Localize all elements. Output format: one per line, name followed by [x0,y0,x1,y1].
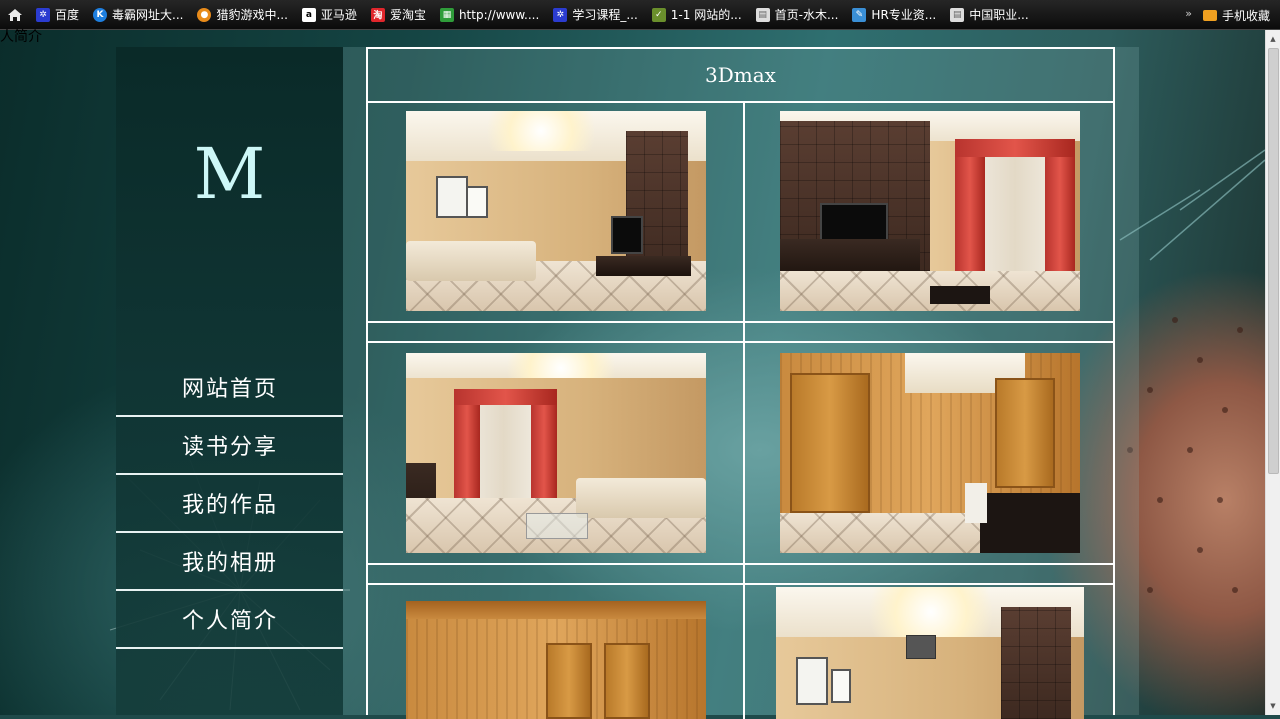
hr-icon: ✎ [852,7,867,22]
bookmarks-bar: ✲ 百度 K 毒霸网址大... ● 猎豹游戏中... a 亚马逊 淘 爱淘宝 ▦… [0,0,1280,30]
bookmark-shuimu[interactable]: ▤ 首页-水木... [750,0,847,30]
work-image-living-room-2[interactable] [780,111,1080,311]
work-image-dining-room[interactable] [780,353,1080,553]
nav-item-reading[interactable]: 读书分享 [116,417,343,475]
bookmark-career[interactable]: ▤ 中国职业... [944,0,1036,30]
work-image-living-room-1[interactable] [406,111,706,311]
bookmark-baidu[interactable]: ✲ 百度 [30,0,87,30]
work-image-hallway[interactable] [406,601,706,719]
table-divider [368,563,1113,565]
bookmark-liebao[interactable]: ● 猎豹游戏中... [191,0,295,30]
overflow-text: 人简介 [0,29,42,45]
baidu-icon: ✲ [553,7,568,22]
amazon-icon: a [301,7,316,22]
nav-item-profile[interactable]: 个人简介 [116,591,343,649]
mobile-bookmarks[interactable]: 手机收藏 [1202,0,1270,30]
work-image-living-room-3[interactable] [406,353,706,553]
table-divider [368,341,1113,343]
bookmark-course[interactable]: ✲ 学习课程_... [547,0,645,30]
folder-icon [1202,9,1217,21]
bookmark-label: 爱淘宝 [389,8,426,22]
vertical-scrollbar[interactable]: ▲ ▼ [1265,30,1280,715]
bookmark-label: 学习课程_... [572,8,638,22]
bookmark-label: 百度 [55,8,80,22]
home-icon[interactable] [0,0,30,30]
liebao-icon: ● [197,7,212,22]
bookmark-taobao[interactable]: 淘 爱淘宝 [365,0,434,30]
bookmark-label: 亚马逊 [320,8,357,22]
bookmark-hr[interactable]: ✎ HR专业资... [846,0,944,30]
bookmark-label: http://www.... [458,7,540,22]
section-title: 3Dmax [368,49,1113,103]
sidebar: M 网站首页 读书分享 我的作品 我的相册 个人简介 [116,47,343,715]
page-icon: ▤ [950,7,965,22]
baidu-icon: ✲ [36,7,50,22]
main-nav: 网站首页 读书分享 我的作品 我的相册 个人简介 [116,359,343,649]
bookmark-label: 猎豹游戏中... [216,8,288,22]
more-bookmarks-icon[interactable]: » [1185,7,1192,20]
nav-item-works[interactable]: 我的作品 [116,475,343,533]
bookmark-http[interactable]: ▦ http://www.... [434,0,547,30]
imooc-icon: ✓ [651,7,666,22]
bookmark-label: 中国职业... [969,8,1029,22]
taobao-icon: 淘 [370,7,385,22]
table-divider [368,321,1113,323]
bookmark-amazon[interactable]: a 亚马逊 [296,0,365,30]
scroll-thumb[interactable] [1268,48,1279,474]
bookmark-label: 首页-水木... [774,8,839,22]
bookmark-duba[interactable]: K 毒霸网址大... [87,0,191,30]
bookmark-label: 1-1 网站的... [670,8,742,22]
bookmark-label: HR专业资... [871,8,937,22]
table-divider [368,583,1113,585]
work-image-living-room-4[interactable] [776,587,1084,719]
table-divider [743,101,745,719]
scroll-down-icon[interactable]: ▼ [1266,699,1280,713]
works-table: 3Dmax [366,47,1115,719]
bookmark-imooc[interactable]: ✓ 1-1 网站的... [646,0,750,30]
mobile-bookmarks-label: 手机收藏 [1221,8,1270,23]
bookmark-label: 毒霸网址大... [112,8,184,22]
qr-icon: ▦ [439,7,454,22]
scroll-up-icon[interactable]: ▲ [1266,32,1280,46]
nav-item-home[interactable]: 网站首页 [116,359,343,417]
nav-item-album[interactable]: 我的相册 [116,533,343,591]
duba-icon: K [93,7,108,22]
page-icon: ▤ [755,7,770,22]
site-logo[interactable]: M [116,129,343,219]
